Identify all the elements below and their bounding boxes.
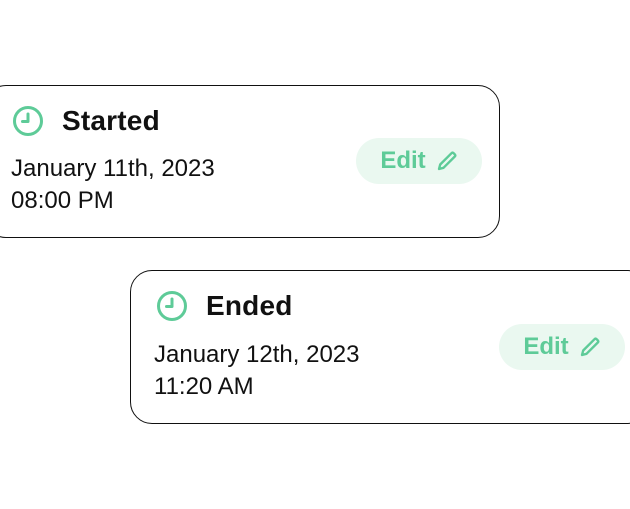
edit-ended-button[interactable]: Edit [499,324,625,370]
clock-icon [156,290,188,322]
ended-card: Ended January 12th, 2023 11:20 AM Edit [130,270,630,424]
ended-datetime: January 12th, 2023 11:20 AM [154,339,360,403]
started-date: January 11th, 2023 [11,155,215,182]
clock-icon [12,105,44,137]
edit-started-button[interactable]: Edit [356,138,482,184]
ended-card-header: Ended [156,290,293,322]
ended-date: January 12th, 2023 [154,341,360,368]
ended-time: 11:20 AM [154,373,254,400]
edit-button-label: Edit [523,333,569,360]
ended-title: Ended [206,290,293,321]
started-title: Started [62,105,160,136]
started-datetime: January 11th, 2023 08:00 PM [11,153,215,217]
started-time: 08:00 PM [11,187,114,214]
background [0,0,630,509]
started-card-header: Started [12,105,160,137]
started-card: Started January 11th, 2023 08:00 PM Edit [0,85,500,238]
pencil-icon [579,336,601,358]
pencil-icon [436,150,458,172]
edit-button-label: Edit [380,147,426,174]
